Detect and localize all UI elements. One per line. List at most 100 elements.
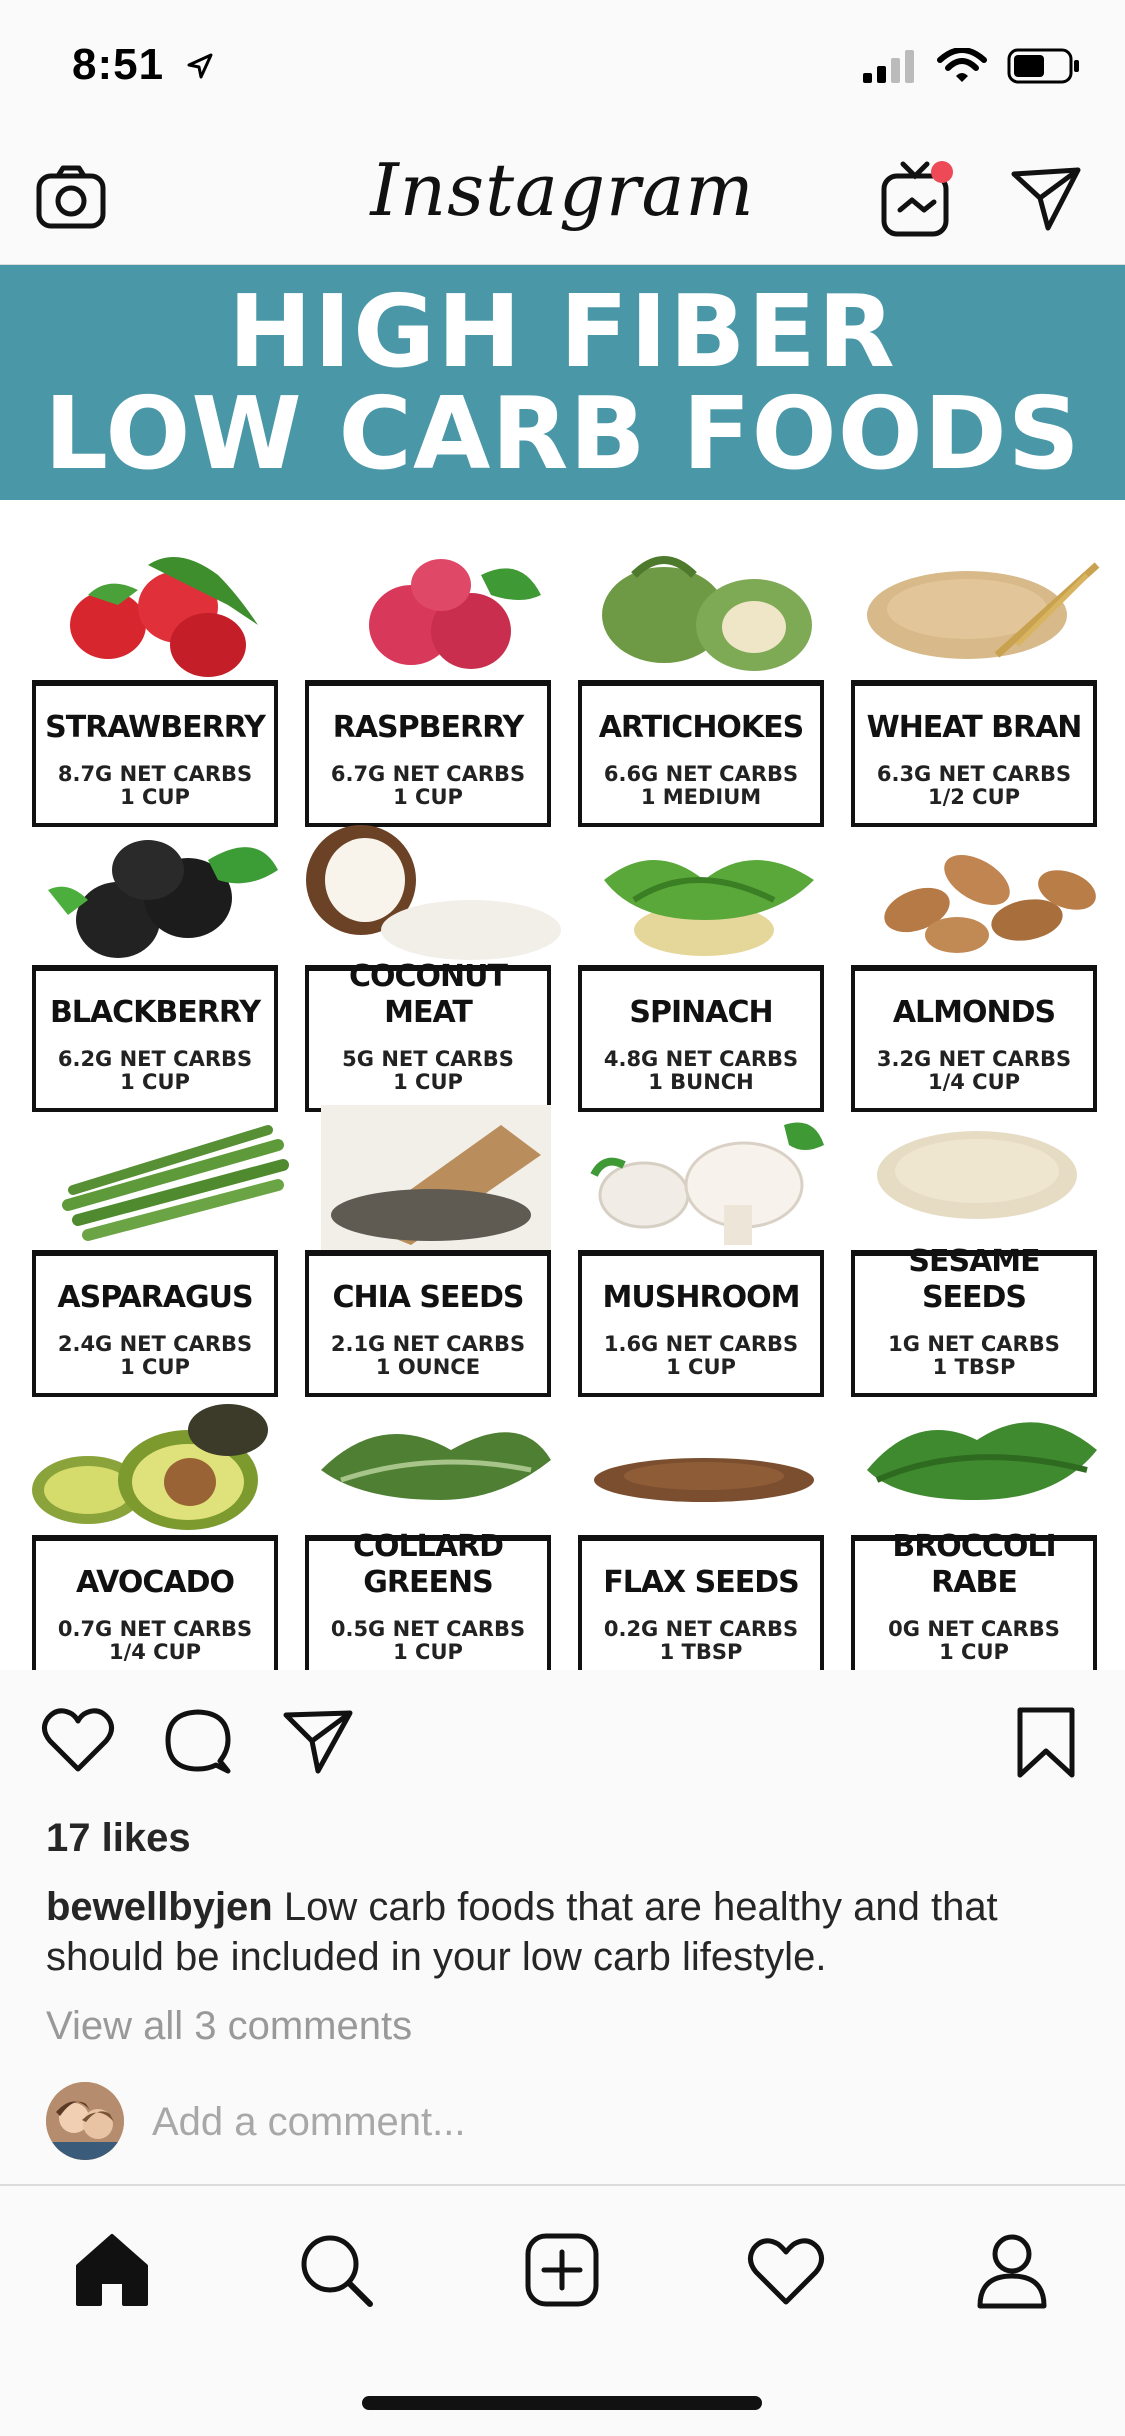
status-time: 8:51 xyxy=(72,40,215,92)
food-label-box: BLACKBERRY 6.2G NET CARBS 1 CUP xyxy=(32,965,278,1112)
food-card: CHIA SEEDS 2.1G NET CARBS 1 OUNCE xyxy=(301,1105,573,1397)
food-serving: 1 CUP xyxy=(939,1640,1009,1664)
food-serving: 1 MEDIUM xyxy=(640,785,762,809)
collard-greens-illustration xyxy=(301,1390,573,1535)
search-icon[interactable] xyxy=(296,2230,376,2315)
post-image[interactable]: HIGH FIBER LOW CARB FOODS STRAWBERRY 8.7G… xyxy=(0,265,1125,1670)
food-serving: 1 CUP xyxy=(120,1355,190,1379)
food-card: COCONUT MEAT 5G NET CARBS 1 CUP xyxy=(301,820,573,1112)
food-label-box: COCONUT MEAT 5G NET CARBS 1 CUP xyxy=(305,959,551,1112)
food-net-carbs: 5G NET CARBS xyxy=(342,1047,514,1071)
food-card: ALMONDS 3.2G NET CARBS 1/4 CUP xyxy=(847,820,1119,1112)
food-serving: 1 BUNCH xyxy=(648,1070,754,1094)
food-card: MUSHROOM 1.6G NET CARBS 1 CUP xyxy=(574,1105,846,1397)
food-label-box: WHEAT BRAN 6.3G NET CARBS 1/2 CUP xyxy=(851,680,1097,827)
food-serving: 1/2 CUP xyxy=(927,785,1021,809)
spinach-illustration xyxy=(574,820,846,965)
app-title: Instagram xyxy=(370,148,755,232)
food-serving: 1/4 CUP xyxy=(108,1640,202,1664)
food-name: AVOCADO xyxy=(75,1565,235,1600)
food-card: AVOCADO 0.7G NET CARBS 1/4 CUP xyxy=(28,1390,300,1670)
food-name: BLACKBERRY xyxy=(49,995,261,1030)
comment-input[interactable]: Add a comment... xyxy=(152,2100,465,2145)
likes-count[interactable]: 17 likes xyxy=(46,1816,191,1861)
food-card: BROCCOLI RABE 0G NET CARBS 1 CUP xyxy=(847,1390,1119,1670)
food-name: ARTICHOKES xyxy=(598,710,805,745)
food-label-box: ALMONDS 3.2G NET CARBS 1/4 CUP xyxy=(851,965,1097,1112)
food-net-carbs: 8.7G NET CARBS xyxy=(57,762,253,786)
post-caption: bewellbyjen Low carb foods that are heal… xyxy=(46,1882,1086,1982)
status-indicators xyxy=(861,47,1081,89)
food-net-carbs: 3.2G NET CARBS xyxy=(876,1047,1072,1071)
food-label-box: RASPBERRY 6.7G NET CARBS 1 CUP xyxy=(305,680,551,827)
post-action-bar xyxy=(0,1670,1125,1820)
food-card: WHEAT BRAN 6.3G NET CARBS 1/2 CUP xyxy=(847,535,1119,827)
food-label-box: STRAWBERRY 8.7G NET CARBS 1 CUP xyxy=(32,680,278,827)
food-net-carbs: 1.6G NET CARBS xyxy=(603,1332,799,1356)
cellular-signal-icon xyxy=(861,49,917,88)
food-card: BLACKBERRY 6.2G NET CARBS 1 CUP xyxy=(28,820,300,1112)
new-post-icon[interactable] xyxy=(522,2230,602,2315)
food-serving: 1 CUP xyxy=(393,785,463,809)
food-label-box: ARTICHOKES 6.6G NET CARBS 1 MEDIUM xyxy=(578,680,824,827)
food-label-box: COLLARD GREENS 0.5G NET CARBS 1 CUP xyxy=(305,1529,551,1670)
food-card: STRAWBERRY 8.7G NET CARBS 1 CUP xyxy=(28,535,300,827)
food-name: RASPBERRY xyxy=(332,710,525,745)
home-icon[interactable] xyxy=(72,2230,152,2315)
food-net-carbs: 6.3G NET CARBS xyxy=(876,762,1072,786)
igtv-icon[interactable] xyxy=(880,160,956,245)
coconut-illustration xyxy=(301,820,573,965)
food-name: WHEAT BRAN xyxy=(866,710,1083,745)
wifi-icon xyxy=(937,47,987,89)
food-name: ALMONDS xyxy=(892,995,1056,1030)
activity-icon[interactable] xyxy=(746,2230,826,2315)
food-label-box: AVOCADO 0.7G NET CARBS 1/4 CUP xyxy=(32,1535,278,1670)
food-name: BROCCOLI RABE xyxy=(892,1529,1056,1600)
food-name: SPINACH xyxy=(629,995,773,1030)
asparagus-illustration xyxy=(28,1105,300,1250)
food-name: COLLARD GREENS xyxy=(353,1529,504,1600)
food-label-box: SESAME SEEDS 1G NET CARBS 1 TBSP xyxy=(851,1244,1097,1397)
food-net-carbs: 0.2G NET CARBS xyxy=(603,1617,799,1641)
banner-title-line2: LOW CARB FOODS xyxy=(44,375,1081,492)
food-name: MUSHROOM xyxy=(602,1280,801,1315)
food-label-box: ASPARAGUS 2.4G NET CARBS 1 CUP xyxy=(32,1250,278,1397)
wheat-bran-illustration xyxy=(847,535,1119,680)
battery-icon xyxy=(1007,48,1081,89)
heart-icon[interactable] xyxy=(40,1705,116,1780)
share-icon[interactable] xyxy=(280,1705,356,1782)
profile-icon[interactable] xyxy=(972,2230,1052,2315)
food-serving: 1 OUNCE xyxy=(375,1355,481,1379)
food-net-carbs: 6.7G NET CARBS xyxy=(330,762,526,786)
food-name: SESAME SEEDS xyxy=(908,1244,1040,1315)
food-card: ARTICHOKES 6.6G NET CARBS 1 MEDIUM xyxy=(574,535,846,827)
food-net-carbs: 6.2G NET CARBS xyxy=(57,1047,253,1071)
view-comments-link[interactable]: View all 3 comments xyxy=(46,2004,412,2049)
food-serving: 1 TBSP xyxy=(932,1355,1016,1379)
bookmark-icon[interactable] xyxy=(1014,1705,1078,1786)
broccoli-rabe-illustration xyxy=(847,1390,1119,1535)
food-label-box: BROCCOLI RABE 0G NET CARBS 1 CUP xyxy=(851,1529,1097,1670)
food-serving: 1 CUP xyxy=(393,1070,463,1094)
food-card: RASPBERRY 6.7G NET CARBS 1 CUP xyxy=(301,535,573,827)
food-serving: 1 CUP xyxy=(666,1355,736,1379)
food-label-box: FLAX SEEDS 0.2G NET CARBS 1 TBSP xyxy=(578,1535,824,1670)
food-net-carbs: 1G NET CARBS xyxy=(888,1332,1060,1356)
food-label-box: CHIA SEEDS 2.1G NET CARBS 1 OUNCE xyxy=(305,1250,551,1397)
food-net-carbs: 6.6G NET CARBS xyxy=(603,762,799,786)
raspberry-illustration xyxy=(301,535,573,680)
food-name: CHIA SEEDS xyxy=(332,1280,524,1315)
flax-seeds-illustration xyxy=(574,1390,846,1535)
direct-message-icon[interactable] xyxy=(1008,160,1084,241)
food-name: COCONUT MEAT xyxy=(349,959,508,1030)
add-comment-row[interactable]: Add a comment... xyxy=(46,2082,1046,2162)
banner-title-line1: HIGH FIBER xyxy=(228,273,897,390)
food-card: ASPARAGUS 2.4G NET CARBS 1 CUP xyxy=(28,1105,300,1397)
caption-username[interactable]: bewellbyjen xyxy=(46,1885,273,1929)
food-net-carbs: 2.1G NET CARBS xyxy=(330,1332,526,1356)
food-serving: 1 CUP xyxy=(120,785,190,809)
comment-icon[interactable] xyxy=(162,1705,234,1782)
food-net-carbs: 0.5G NET CARBS xyxy=(330,1617,526,1641)
mushroom-illustration xyxy=(574,1105,846,1250)
food-name: STRAWBERRY xyxy=(45,710,266,745)
